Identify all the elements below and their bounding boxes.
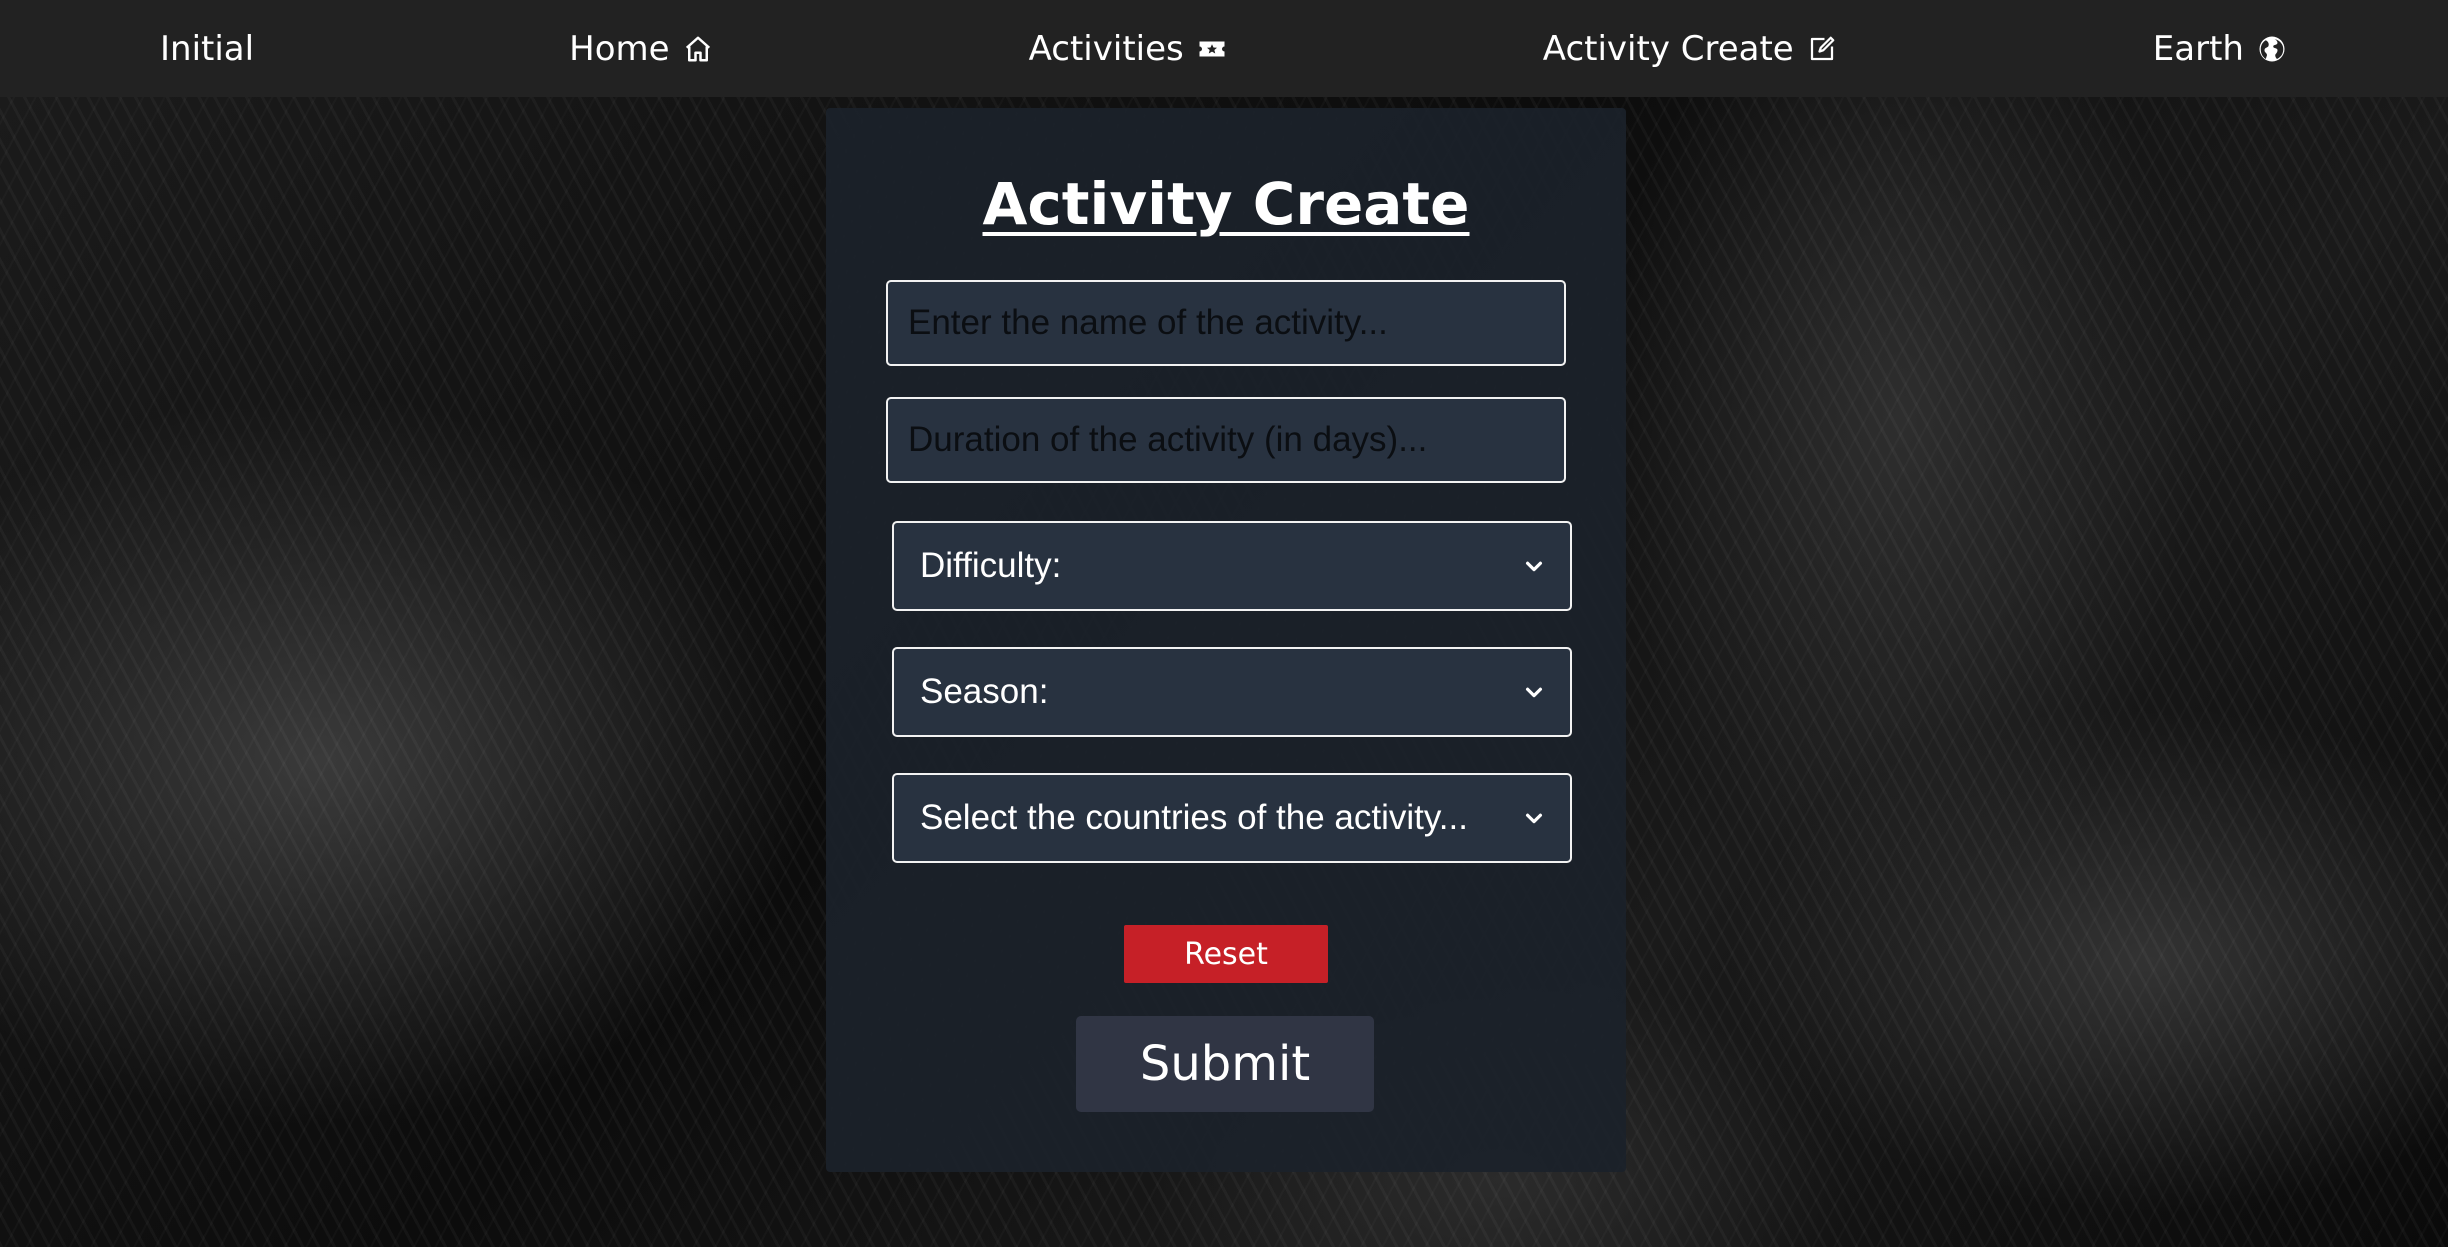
countries-select[interactable]: Select the countries of the activity...: [892, 773, 1572, 863]
nav-item-label: Activities: [1028, 28, 1184, 69]
activity-duration-input[interactable]: [886, 397, 1566, 483]
ticket-icon: [1196, 33, 1228, 65]
globe-icon: [2256, 33, 2288, 65]
page-title: Activity Create: [982, 170, 1470, 238]
top-navbar: Initial Home Activities Activity Create: [0, 0, 2448, 97]
nav-item-home[interactable]: Home: [569, 29, 713, 69]
countries-select-value: Select the countries of the activity...: [920, 798, 1468, 837]
nav-item-label: Activity Create: [1542, 28, 1794, 69]
home-icon: [682, 33, 714, 65]
difficulty-select-value: Difficulty:: [920, 546, 1062, 585]
nav-item-activities[interactable]: Activities: [1029, 29, 1228, 69]
season-select-value: Season:: [920, 672, 1049, 711]
nav-item-label: Home: [569, 28, 670, 69]
chevron-down-icon: [1522, 806, 1546, 830]
nav-item-earth[interactable]: Earth: [2153, 29, 2288, 69]
nav-item-label: Earth: [2152, 28, 2244, 69]
edit-icon: [1806, 33, 1838, 65]
chevron-down-icon: [1522, 554, 1546, 578]
activity-create-form: Activity Create Difficulty: Season: Sele…: [826, 108, 1626, 1172]
nav-item-activity-create[interactable]: Activity Create: [1543, 29, 1838, 69]
nav-item-label: Initial: [160, 28, 255, 69]
nav-item-initial[interactable]: Initial: [160, 29, 254, 69]
season-select[interactable]: Season:: [892, 647, 1572, 737]
reset-button[interactable]: Reset: [1124, 925, 1328, 983]
difficulty-select[interactable]: Difficulty:: [892, 521, 1572, 611]
chevron-down-icon: [1522, 680, 1546, 704]
submit-button[interactable]: Submit: [1076, 1016, 1374, 1112]
activity-name-input[interactable]: [886, 280, 1566, 366]
